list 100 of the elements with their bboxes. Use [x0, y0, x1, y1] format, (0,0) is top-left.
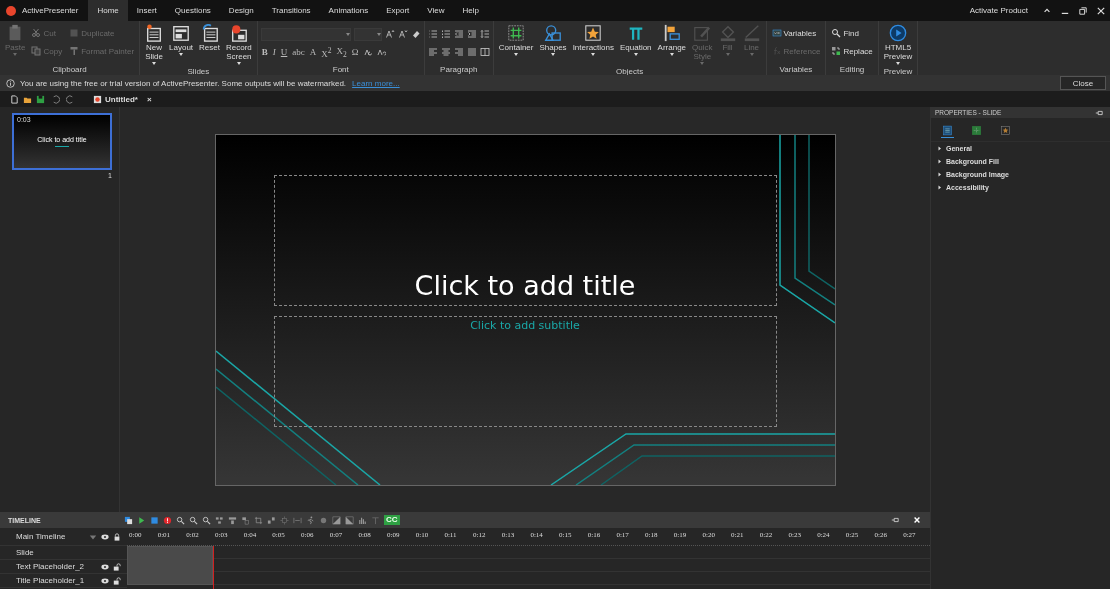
group-label: Paragraph	[439, 64, 479, 75]
eye-icon[interactable]	[101, 532, 109, 541]
ribbon-button[interactable]: Record Screen	[224, 23, 254, 66]
collapse-icon[interactable]	[1043, 6, 1051, 15]
track-label[interactable]: Slide	[16, 548, 34, 557]
close-button[interactable]: Close	[1060, 76, 1106, 90]
zoom-in-icon[interactable]	[176, 515, 185, 525]
font-size-field[interactable]	[353, 27, 382, 41]
app-title: ActivePresenter	[22, 6, 79, 15]
image-icon[interactable]	[345, 515, 354, 525]
zoom-out-icon[interactable]	[189, 515, 198, 525]
layers-icon[interactable]	[124, 515, 133, 525]
font-name-field[interactable]	[260, 27, 351, 41]
grow-font-icon[interactable]	[384, 29, 395, 39]
crop-icon[interactable]	[254, 515, 263, 525]
align-icon[interactable]	[228, 515, 237, 525]
menu-tab[interactable]: Help	[453, 0, 488, 21]
menu-tab[interactable]: Export	[377, 0, 419, 21]
ribbon-button[interactable]: New Slide	[143, 23, 166, 66]
ribbon-button[interactable]: HTML5 Preview	[881, 23, 915, 66]
line-spacing-icon[interactable]	[479, 29, 490, 39]
eye-icon[interactable]	[101, 562, 109, 571]
format-button[interactable]: A	[308, 47, 318, 57]
close-tab-button[interactable]: ×	[146, 94, 152, 104]
close-icon[interactable]	[1097, 6, 1105, 15]
unlock-icon[interactable]	[113, 576, 121, 585]
ribbon-button[interactable]: Replace	[829, 43, 875, 59]
variable-icon	[771, 28, 782, 38]
group-label: Objects	[615, 66, 645, 77]
ribbon-button[interactable]: Variables	[769, 25, 823, 41]
chart-icon[interactable]	[358, 515, 367, 525]
title-placeholder[interactable]: Click to add title	[273, 174, 777, 306]
undo-icon[interactable]	[51, 94, 60, 104]
menu-tab[interactable]: Animations	[319, 0, 378, 21]
eraser-icon[interactable]	[410, 29, 421, 39]
timeline-clip[interactable]	[127, 546, 213, 585]
document-tab[interactable]: Untitled* ×	[89, 91, 156, 107]
group-label: Variables	[778, 64, 814, 75]
outdent-icon[interactable]	[453, 29, 464, 39]
unlock-icon[interactable]	[113, 562, 121, 571]
pin-icon[interactable]	[891, 516, 899, 524]
format-button[interactable]: Ω	[350, 47, 360, 57]
format-button[interactable]: X$_{2}$	[335, 45, 348, 59]
ribbon-button[interactable]: Reset	[197, 23, 222, 53]
eye-icon[interactable]	[101, 576, 109, 585]
format-button[interactable]: B	[260, 47, 269, 57]
background-icon[interactable]	[970, 124, 983, 137]
distribute-icon[interactable]	[267, 515, 276, 525]
ribbon-button[interactable]: Find	[829, 25, 875, 41]
format-button[interactable]: abc	[291, 47, 306, 57]
columns-icon[interactable]	[479, 47, 490, 57]
activate-link[interactable]: Activate Product	[969, 6, 1028, 15]
track-label[interactable]: Text Placeholder_2	[16, 562, 85, 571]
pencil-icon	[693, 24, 712, 42]
pin-icon[interactable]	[1095, 108, 1103, 117]
new-file-icon[interactable]	[10, 94, 19, 104]
format-button[interactable]: U	[279, 47, 289, 57]
ribbon-button[interactable]: Interactions	[570, 23, 616, 57]
align-left-icon[interactable]	[427, 47, 438, 57]
menu-tab[interactable]: Home	[88, 0, 128, 21]
text-effect-icon[interactable]	[375, 47, 386, 57]
image-icon[interactable]	[332, 515, 341, 525]
indent-icon[interactable]	[466, 29, 477, 39]
learn-more-link[interactable]: Learn more...	[352, 78, 400, 88]
format-button[interactable]: I	[271, 47, 277, 57]
ribbon-button[interactable]: Equation	[618, 23, 654, 57]
slide-properties-icon[interactable]	[941, 124, 954, 137]
zoom-fit-icon[interactable]	[202, 515, 211, 525]
record-icon[interactable]	[163, 515, 172, 525]
ribbon-button[interactable]: Container	[496, 23, 536, 57]
running-figure-icon[interactable]	[306, 515, 315, 525]
save-icon[interactable]	[36, 94, 45, 104]
menu-tab[interactable]: Insert	[127, 0, 166, 21]
star-icon	[584, 24, 603, 42]
track-header: Main Timeline	[16, 532, 66, 541]
numbered-list-icon[interactable]	[440, 29, 451, 39]
group-label: Font	[331, 64, 350, 75]
align-icon[interactable]	[241, 515, 250, 525]
menu-tab[interactable]: Design	[219, 0, 263, 21]
play-icon[interactable]	[137, 515, 146, 525]
shrink-font-icon[interactable]	[397, 29, 408, 39]
redo-icon[interactable]	[66, 94, 75, 104]
ribbon-button[interactable]: Arrange	[655, 23, 689, 57]
subtitle-placeholder[interactable]: Click to add subtitle	[273, 315, 777, 427]
interaction-icon[interactable]	[999, 124, 1012, 137]
restore-icon[interactable]	[1079, 6, 1087, 15]
format-button[interactable]: X$^{2}$	[320, 45, 333, 59]
menu-tab[interactable]: Questions	[165, 0, 220, 21]
text-effect-icon[interactable]	[362, 47, 373, 57]
menu-tab[interactable]: View	[418, 0, 454, 21]
ribbon-button[interactable]: Shapes	[537, 23, 569, 57]
align-icon[interactable]	[215, 515, 224, 525]
menu-tab[interactable]: Transitions	[262, 0, 320, 21]
align-right-icon[interactable]	[453, 47, 464, 57]
slide-icon	[145, 24, 164, 42]
align-center-icon[interactable]	[440, 47, 451, 57]
ribbon-button[interactable]: Layout	[167, 23, 196, 57]
dropdown-arrow-icon[interactable]	[89, 532, 97, 541]
track-label[interactable]: Title Placeholder_1	[16, 576, 85, 585]
lock-icon[interactable]	[113, 532, 121, 541]
